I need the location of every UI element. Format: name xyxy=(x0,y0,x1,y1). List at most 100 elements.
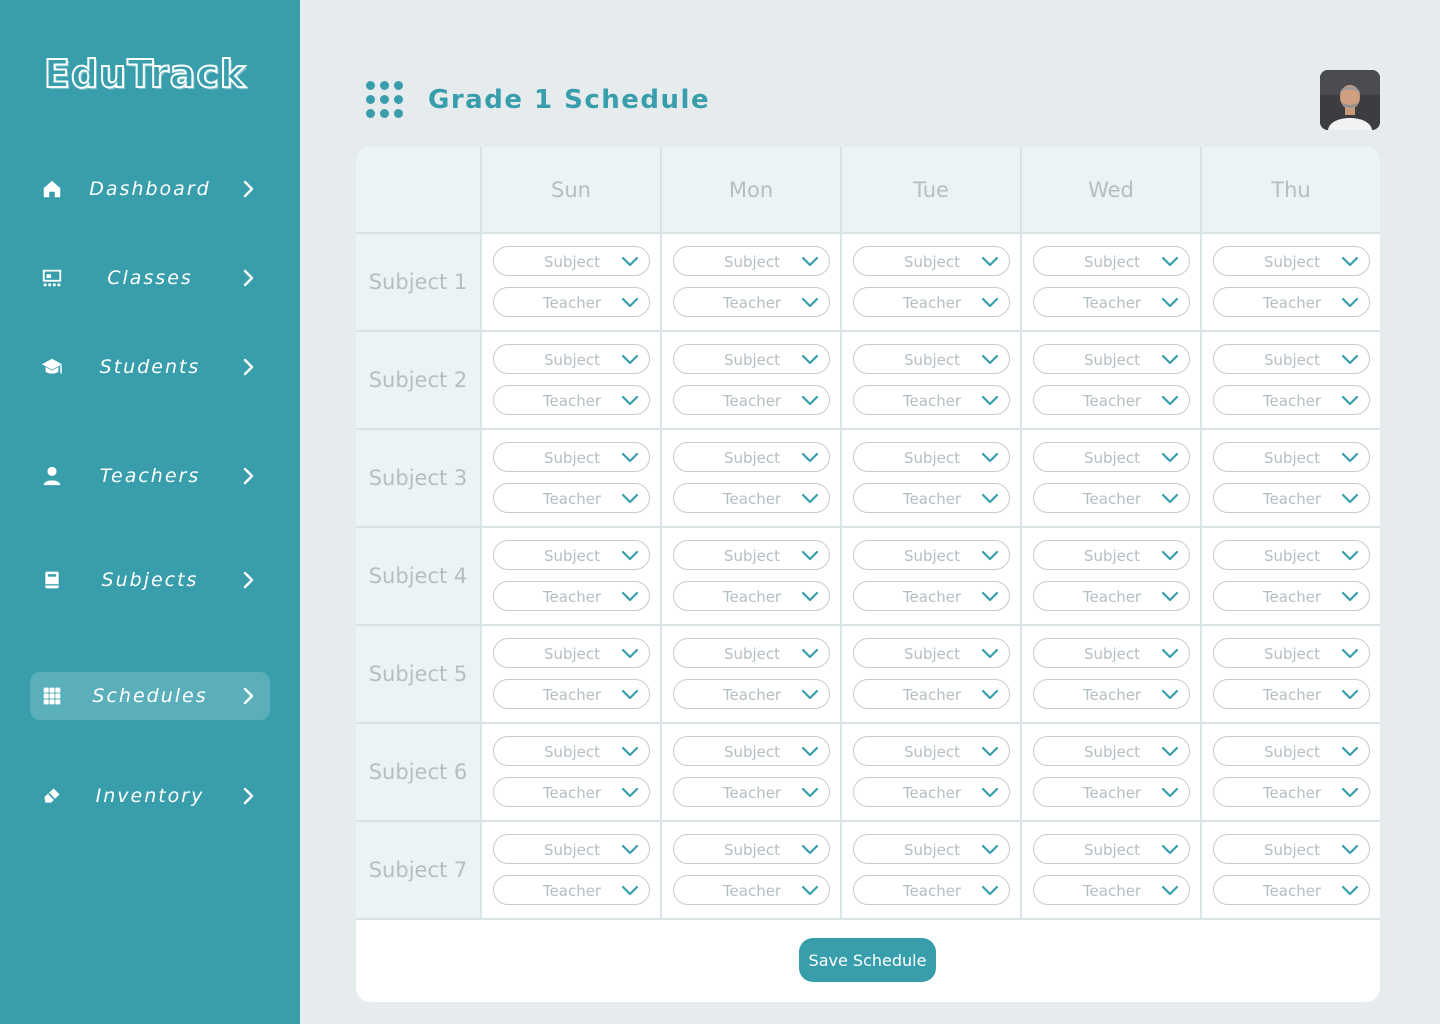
chevron-down-icon xyxy=(801,452,818,463)
teacher-select[interactable]: Teacher xyxy=(672,581,830,611)
teacher-select[interactable]: Teacher xyxy=(852,581,1010,611)
teacher-select[interactable]: Teacher xyxy=(1032,483,1190,513)
chevron-down-icon xyxy=(1161,689,1178,700)
teacher-select[interactable]: Teacher xyxy=(1032,385,1190,415)
subject-select[interactable]: Subject xyxy=(672,246,830,276)
subject-select[interactable]: Subject xyxy=(492,638,650,668)
sidebar-item-label: Schedules xyxy=(92,685,208,707)
subject-select[interactable]: Subject xyxy=(672,638,830,668)
teacher-select[interactable]: Teacher xyxy=(672,483,830,513)
teacher-select[interactable]: Teacher xyxy=(1032,581,1190,611)
sidebar-item-subjects[interactable]: Subjects xyxy=(30,556,270,604)
teacher-select[interactable]: Teacher xyxy=(492,385,650,415)
chevron-down-icon xyxy=(621,844,638,855)
teacher-select[interactable]: Teacher xyxy=(852,777,1010,807)
subject-select[interactable]: Subject xyxy=(672,540,830,570)
subject-select[interactable]: Subject xyxy=(492,344,650,374)
subject-select[interactable]: Subject xyxy=(852,834,1010,864)
teacher-select[interactable]: Teacher xyxy=(672,875,830,905)
sidebar-item-schedules[interactable]: Schedules xyxy=(30,672,270,720)
teacher-select[interactable]: Teacher xyxy=(672,679,830,709)
schedule-row: Subject 7 Subject Teacher Subject Teacher Sub… xyxy=(356,820,1380,920)
save-schedule-button[interactable]: Save Schedule xyxy=(799,938,936,982)
teacher-select[interactable]: Teacher xyxy=(1212,875,1370,905)
chevron-down-icon xyxy=(981,452,998,463)
teacher-select[interactable]: Teacher xyxy=(492,679,650,709)
teacher-select[interactable]: Teacher xyxy=(1032,777,1190,807)
schedule-cell: Subject Teacher xyxy=(660,526,842,626)
subject-select[interactable]: Subject xyxy=(1032,736,1190,766)
subject-select[interactable]: Subject xyxy=(1032,442,1190,472)
teacher-select[interactable]: Teacher xyxy=(492,287,650,317)
schedule-cell: Subject Teacher xyxy=(660,428,842,528)
avatar[interactable] xyxy=(1320,70,1380,130)
teacher-select[interactable]: Teacher xyxy=(852,875,1010,905)
teacher-select[interactable]: Teacher xyxy=(492,777,650,807)
schedule-cell: Subject Teacher xyxy=(1200,428,1380,528)
schedule-cell: Subject Teacher xyxy=(480,624,662,724)
chevron-down-icon xyxy=(1341,746,1358,757)
chevron-down-icon xyxy=(1341,550,1358,561)
subject-select[interactable]: Subject xyxy=(852,344,1010,374)
subject-select[interactable]: Subject xyxy=(1212,442,1370,472)
teacher-select[interactable]: Teacher xyxy=(1032,679,1190,709)
subject-select[interactable]: Subject xyxy=(1032,638,1190,668)
subject-select[interactable]: Subject xyxy=(1032,246,1190,276)
subject-select[interactable]: Subject xyxy=(1212,834,1370,864)
teacher-select[interactable]: Teacher xyxy=(852,385,1010,415)
subject-select[interactable]: Subject xyxy=(492,736,650,766)
subject-select[interactable]: Subject xyxy=(672,736,830,766)
teacher-select[interactable]: Teacher xyxy=(672,287,830,317)
subject-select[interactable]: Subject xyxy=(1212,638,1370,668)
subject-select[interactable]: Subject xyxy=(1212,540,1370,570)
subject-select[interactable]: Subject xyxy=(852,246,1010,276)
subject-select[interactable]: Subject xyxy=(852,736,1010,766)
subject-select[interactable]: Subject xyxy=(852,540,1010,570)
subject-select[interactable]: Subject xyxy=(1212,344,1370,374)
teacher-select[interactable]: Teacher xyxy=(492,483,650,513)
teacher-select[interactable]: Teacher xyxy=(852,483,1010,513)
subject-select[interactable]: Subject xyxy=(492,442,650,472)
teacher-select[interactable]: Teacher xyxy=(672,385,830,415)
teacher-select[interactable]: Teacher xyxy=(1212,385,1370,415)
subject-select[interactable]: Subject xyxy=(492,540,650,570)
subject-select[interactable]: Subject xyxy=(672,344,830,374)
teacher-select[interactable]: Teacher xyxy=(852,679,1010,709)
teacher-select[interactable]: Teacher xyxy=(1212,287,1370,317)
schedule-cell: Subject Teacher xyxy=(660,722,842,822)
schedule-row: Subject 6 Subject Teacher Subject Teacher Sub… xyxy=(356,722,1380,822)
sidebar-item-label: Dashboard xyxy=(89,178,211,200)
sidebar-item-classes[interactable]: Classes xyxy=(30,254,270,302)
sidebar-item-inventory[interactable]: Inventory xyxy=(30,772,270,820)
subject-select[interactable]: Subject xyxy=(1032,834,1190,864)
chevron-down-icon xyxy=(801,256,818,267)
sidebar-item-dashboard[interactable]: Dashboard xyxy=(30,165,270,213)
subject-select[interactable]: Subject xyxy=(672,442,830,472)
subject-select[interactable]: Subject xyxy=(492,834,650,864)
subject-select[interactable]: Subject xyxy=(1212,736,1370,766)
chevron-down-icon xyxy=(1341,689,1358,700)
subject-select[interactable]: Subject xyxy=(852,638,1010,668)
teacher-select[interactable]: Teacher xyxy=(1212,581,1370,611)
subject-select[interactable]: Subject xyxy=(1032,540,1190,570)
sidebar-item-teachers[interactable]: Teachers xyxy=(30,452,270,500)
subject-select[interactable]: Subject xyxy=(852,442,1010,472)
teacher-select[interactable]: Teacher xyxy=(1032,287,1190,317)
teacher-select[interactable]: Teacher xyxy=(852,287,1010,317)
teacher-select[interactable]: Teacher xyxy=(1212,777,1370,807)
chevron-down-icon xyxy=(981,648,998,659)
subject-select[interactable]: Subject xyxy=(1212,246,1370,276)
apps-grid-icon[interactable] xyxy=(366,81,404,119)
teacher-select[interactable]: Teacher xyxy=(492,875,650,905)
teacher-select[interactable]: Teacher xyxy=(1032,875,1190,905)
teacher-select[interactable]: Teacher xyxy=(1212,679,1370,709)
chevron-down-icon xyxy=(801,297,818,308)
subject-select[interactable]: Subject xyxy=(492,246,650,276)
chevron-down-icon xyxy=(1341,297,1358,308)
teacher-select[interactable]: Teacher xyxy=(672,777,830,807)
teacher-select[interactable]: Teacher xyxy=(1212,483,1370,513)
subject-select[interactable]: Subject xyxy=(1032,344,1190,374)
teacher-select[interactable]: Teacher xyxy=(492,581,650,611)
subject-select[interactable]: Subject xyxy=(672,834,830,864)
sidebar-item-students[interactable]: Students xyxy=(30,343,270,391)
